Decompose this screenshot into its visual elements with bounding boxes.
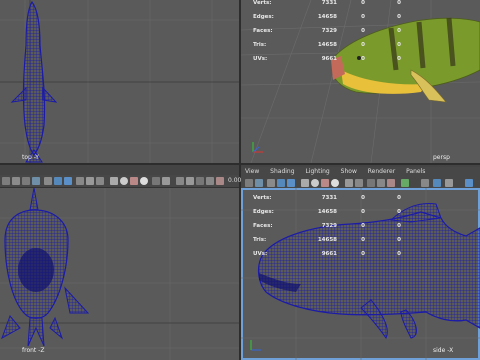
film-gate-icon[interactable] <box>54 177 62 185</box>
fish-front-wireframe[interactable] <box>0 188 239 360</box>
toolbar-front: 0.00 <box>0 175 241 188</box>
exposure-value[interactable]: 0.00 <box>228 177 241 184</box>
grid-icon[interactable] <box>267 179 275 187</box>
hud-persp: Verts: 7331 0 0 Edges: 14658 0 0 Faces: 7329 0 0 … <box>253 0 401 62</box>
film-gate-icon[interactable] <box>277 179 285 187</box>
lights-icon[interactable] <box>331 179 339 187</box>
resolution-gate-icon[interactable] <box>287 179 295 187</box>
menu-lighting[interactable]: Lighting <box>305 167 329 177</box>
hud-toggle-icon[interactable] <box>421 179 429 187</box>
viewport-side[interactable]: Verts: 7331 0 0 Edges: 14658 0 0 Faces: 7329 0 0 … <box>241 188 480 360</box>
viewport-splitter-horizontal[interactable] <box>0 163 480 165</box>
textured-icon[interactable] <box>321 179 329 187</box>
wireframe-icon[interactable] <box>301 179 309 187</box>
menu-show[interactable]: Show <box>341 167 357 177</box>
isolate-icon[interactable] <box>355 179 363 187</box>
viewport-persp[interactable]: Verts: 7331 0 0 Edges: 14658 0 0 Faces: 7329 0 0 … <box>241 0 480 163</box>
menu-shading[interactable]: Shading <box>270 167 294 177</box>
camera-icon[interactable] <box>245 179 253 187</box>
menu-renderer[interactable]: Renderer <box>368 167 395 177</box>
viewport-label-side: side -X <box>433 347 454 354</box>
motion-blur-icon[interactable] <box>206 177 214 185</box>
viewport-top[interactable]: top -Y <box>0 0 239 163</box>
anti-aliasing-icon[interactable] <box>216 177 224 185</box>
xray-joints-icon[interactable] <box>186 177 194 185</box>
camera-attr-icon[interactable] <box>12 177 20 185</box>
grid-icon[interactable] <box>44 177 52 185</box>
lights-icon[interactable] <box>140 177 148 185</box>
hud-side: Verts: 7331 0 0 Edges: 14658 0 0 Faces: 7329 0 0 … <box>253 195 401 257</box>
xray-icon[interactable] <box>162 177 170 185</box>
viewport-front[interactable]: front -Z <box>0 188 239 360</box>
camera-icon[interactable] <box>2 177 10 185</box>
image-plane-icon[interactable] <box>32 177 40 185</box>
axis-gizmo-side <box>250 340 261 351</box>
isolate-icon[interactable] <box>176 177 184 185</box>
menu-view[interactable]: View <box>245 167 259 177</box>
display-icon[interactable] <box>465 179 473 187</box>
image-plane-icon[interactable] <box>255 179 263 187</box>
field-chart-icon[interactable] <box>86 177 94 185</box>
viewport-label-persp: persp <box>433 154 450 161</box>
axis-gizmo-persp <box>252 142 263 153</box>
bookmark-icon[interactable] <box>22 177 30 185</box>
xray-active-icon[interactable] <box>445 179 453 187</box>
isolate-select-icon[interactable] <box>433 179 441 187</box>
gate-mask-icon[interactable] <box>76 177 84 185</box>
textured-icon[interactable] <box>130 177 138 185</box>
color-mgmt-icon[interactable] <box>401 179 409 187</box>
wireframe-icon[interactable] <box>110 177 118 185</box>
resolution-gate-icon[interactable] <box>64 177 72 185</box>
fish-top-wireframe[interactable] <box>0 0 239 163</box>
safe-action-icon[interactable] <box>96 177 104 185</box>
shadows-icon[interactable] <box>152 177 160 185</box>
motion-blur-icon[interactable] <box>377 179 385 187</box>
anti-aliasing-icon[interactable] <box>387 179 395 187</box>
smooth-shade-icon[interactable] <box>311 179 319 187</box>
viewport-label-top: top -Y <box>22 154 39 161</box>
ambient-occlusion-icon[interactable] <box>367 179 375 187</box>
xray-icon[interactable] <box>345 179 353 187</box>
viewport-label-front: front -Z <box>22 347 45 354</box>
panel-menubar: View Shading Lighting Show Renderer Pane… <box>241 167 480 177</box>
menu-panels[interactable]: Panels <box>406 167 425 177</box>
smooth-shade-icon[interactable] <box>120 177 128 185</box>
ambient-occlusion-icon[interactable] <box>196 177 204 185</box>
